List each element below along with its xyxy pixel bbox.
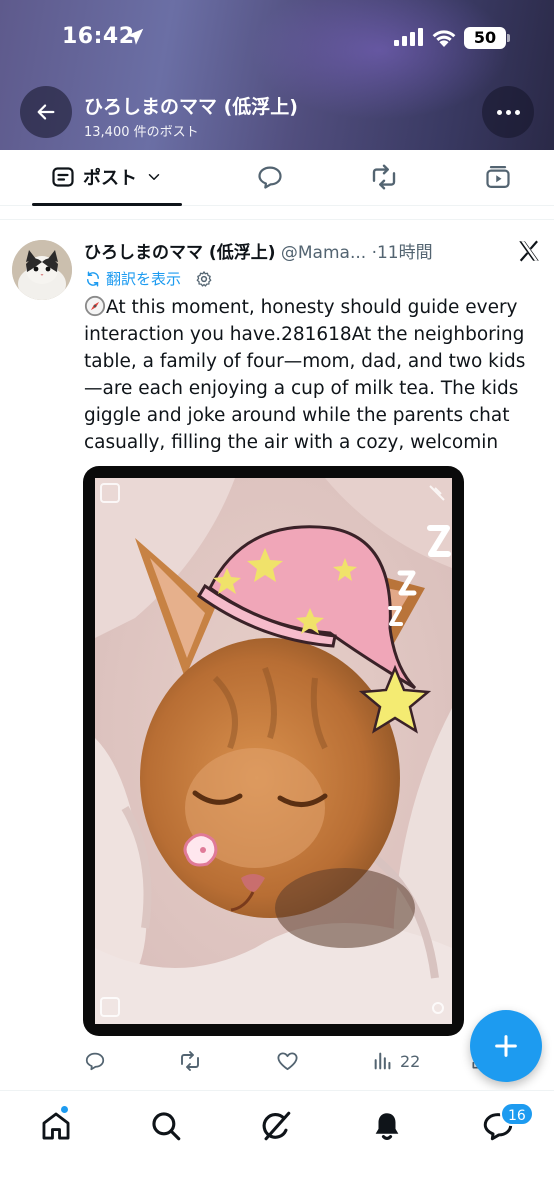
bottom-navigation (0, 1090, 554, 1200)
back-button[interactable] (20, 86, 72, 138)
views-button[interactable]: 22 (372, 1048, 420, 1074)
author-display-name[interactable]: ひろしまのママ (低浮上) (84, 243, 275, 263)
more-options-button[interactable] (482, 86, 534, 138)
translate-arrows-icon (86, 271, 100, 286)
tab-reposts[interactable] (354, 150, 414, 204)
tab-media[interactable] (468, 150, 528, 204)
reply-bubble-icon (258, 166, 282, 189)
translate-link[interactable]: 翻訳を表示 (84, 268, 213, 289)
more-dot-icon (514, 109, 520, 115)
notifications-icon[interactable] (370, 1109, 404, 1143)
views-chart-icon (374, 1052, 391, 1070)
compose-post-button[interactable] (470, 1010, 542, 1082)
kitten-avatar-image (12, 240, 72, 300)
home-icon[interactable] (39, 1109, 73, 1143)
cellular-signal-icon (394, 28, 423, 46)
avatar[interactable] (12, 240, 72, 300)
header-title-block: ひろしまのママ (低浮上) 13,400 件のポスト (84, 92, 298, 140)
repost-icon (181, 1051, 199, 1071)
tab-posts-label: ポスト (83, 168, 137, 189)
tab-posts[interactable]: ポスト (32, 150, 182, 206)
back-arrow-icon (37, 104, 55, 120)
compass-emoji-icon (84, 295, 106, 317)
gear-icon[interactable] (195, 270, 213, 288)
tweet-text-body: At this moment, honesty should guide eve… (84, 297, 531, 453)
previous-post-edge (0, 206, 554, 220)
post-count: 13,400 件のポスト (84, 125, 199, 140)
location-arrow-icon (126, 28, 144, 45)
tab-replies[interactable] (240, 150, 300, 204)
messages-badge: 16 (500, 1102, 534, 1126)
wifi-icon (432, 30, 456, 47)
tweet-author-line: ひろしまのママ (低浮上) @Mama... ·11時間 (84, 238, 433, 263)
battery-tip (507, 34, 510, 42)
profile-tabs: ポスト (0, 150, 554, 206)
repost-button[interactable] (178, 1048, 202, 1074)
more-dot-icon (505, 109, 511, 115)
kitten-photo-illustration (95, 478, 452, 1024)
like-button[interactable] (276, 1048, 299, 1074)
tweet-timestamp[interactable]: ·11時間 (372, 243, 433, 263)
search-icon[interactable] (149, 1109, 183, 1143)
repost-icon (372, 164, 396, 190)
grok-icon[interactable] (259, 1109, 293, 1143)
home-notification-dot (60, 1105, 69, 1114)
reply-button[interactable] (84, 1048, 106, 1074)
reply-icon (85, 1052, 105, 1071)
author-handle[interactable]: @Mama... (281, 243, 366, 263)
views-count: 22 (400, 1051, 421, 1071)
post-icon (52, 167, 74, 187)
media-icon (486, 165, 510, 189)
tweet-media[interactable] (83, 466, 464, 1036)
more-dot-icon (496, 109, 502, 115)
profile-header: 16:42 50 ひろしまのママ (低浮上) 13,400 件のポスト (0, 0, 554, 150)
plus-icon (495, 1035, 517, 1057)
heart-icon (277, 1051, 298, 1070)
status-bar: 16:42 50 (0, 0, 554, 76)
battery-indicator: 50 (464, 27, 506, 49)
x-logo-icon (519, 240, 539, 262)
sleeping-kitten-image (95, 478, 452, 1024)
translate-label: 翻訳を表示 (106, 270, 182, 288)
chevron-down-icon (148, 174, 160, 180)
tweet-text: At this moment, honesty should guide eve… (84, 294, 534, 456)
page-title: ひろしまのママ (低浮上) (84, 96, 298, 118)
